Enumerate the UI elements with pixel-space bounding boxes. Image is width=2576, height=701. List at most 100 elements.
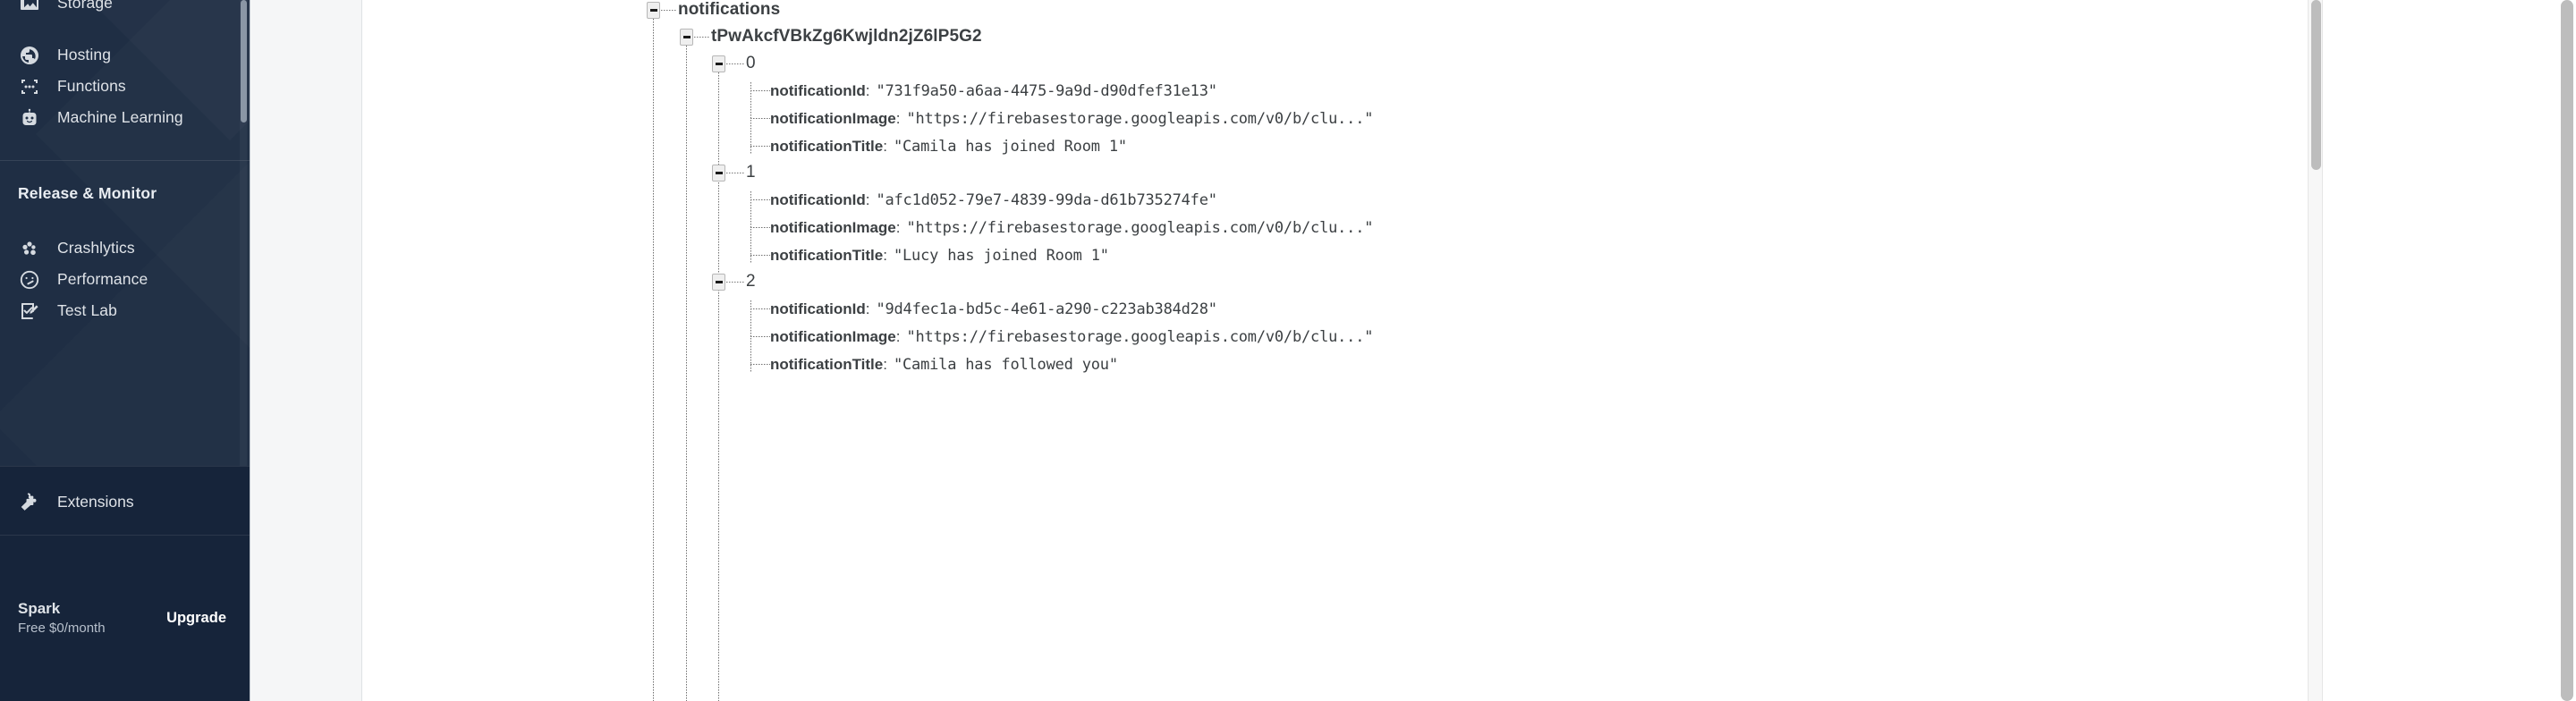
- sidebar-item-label: Test Lab: [57, 301, 117, 319]
- tree-connector: [750, 146, 770, 147]
- sidebar-group-title: Release & Monitor: [18, 184, 157, 202]
- tree-connector: [750, 90, 770, 91]
- upgrade-button[interactable]: Upgrade: [166, 610, 226, 627]
- sidebar-item-performance[interactable]: Performance: [0, 264, 250, 295]
- tree-leaf-notificationImage: notificationImage : "https://firebasesto…: [770, 106, 1373, 132]
- tree-node-user-key[interactable]: tPwAkcfVBkZg6Kwjldn2jZ6lP5G2: [680, 23, 982, 50]
- sidebar-item-machine-learning[interactable]: Machine Learning: [0, 102, 250, 133]
- plan-name: Spark: [18, 599, 61, 617]
- sidebar-item-label: Performance: [57, 270, 148, 288]
- tree-leaf-notificationTitle: notificationTitle : "Lucy has joined Roo…: [770, 242, 1109, 269]
- tree-leaf-colon: :: [883, 138, 887, 155]
- tree-leaf-notificationImage: notificationImage : "https://firebasesto…: [770, 215, 1373, 241]
- sidebar-item-label: Machine Learning: [57, 108, 183, 126]
- json-tree-pane: notifications tPwAkcfVBkZg6Kwjldn2jZ6lP5…: [362, 0, 2576, 701]
- collapse-toggle[interactable]: [647, 1, 660, 19]
- globe-hosting-icon: [18, 44, 41, 67]
- tree-leaf-key: notificationId: [770, 82, 866, 99]
- tree-leaf-value: "https://firebasestorage.googleapis.com/…: [906, 219, 1374, 237]
- tree-connector: [750, 227, 770, 228]
- main-content: notifications tPwAkcfVBkZg6Kwjldn2jZ6lP5…: [250, 0, 2576, 701]
- tree-connector: [750, 255, 770, 256]
- collapse-toggle[interactable]: [680, 28, 693, 46]
- tree-leaf-key: notificationImage: [770, 219, 896, 236]
- crashlytics-icon: [18, 237, 41, 260]
- sidebar-item-label: Functions: [57, 77, 126, 95]
- tree-connector: [694, 36, 709, 38]
- tree-leaf-colon: :: [883, 356, 887, 373]
- tree-node-label: 2: [746, 272, 756, 291]
- sidebar-item-storage[interactable]: Storage: [0, 0, 250, 19]
- tree-connector: [750, 364, 770, 365]
- tree-leaf-value: "Camila has joined Room 1": [893, 138, 1127, 156]
- image-storage-icon: [18, 0, 41, 15]
- collapse-toggle[interactable]: [712, 55, 725, 72]
- tree-node-label: notifications: [678, 0, 781, 19]
- tree-connector: [750, 336, 770, 337]
- sidebar-item-label: Storage: [57, 0, 113, 12]
- performance-gauge-icon: [18, 268, 41, 291]
- tree-leaf-colon: :: [865, 82, 870, 99]
- sidebar-item-label: Hosting: [57, 46, 112, 63]
- left-sidebar: Storage Hosting Functions Machine Learni…: [0, 0, 250, 701]
- tree-leaf-colon: :: [865, 300, 870, 317]
- tree-leaf-colon: :: [895, 219, 901, 236]
- tree-leaf-notificationId: notificationId : "731f9a50-a6aa-4475-9a9…: [770, 78, 1217, 105]
- tree-leaf-notificationId: notificationId : "afc1d052-79e7-4839-99d…: [770, 187, 1217, 214]
- functions-brackets-icon: [18, 75, 41, 98]
- tree-node-index-0[interactable]: 0: [712, 50, 756, 77]
- sidebar-item-hosting[interactable]: Hosting: [0, 39, 250, 71]
- tree-leaf-colon: :: [865, 191, 870, 208]
- sidebar-item-extensions[interactable]: Extensions: [0, 466, 250, 536]
- tree-leaf-value: "Camila has followed you": [893, 356, 1118, 374]
- content-left-gutter: [250, 0, 362, 701]
- tree-node-label: 1: [746, 163, 756, 182]
- sidebar-item-label: Crashlytics: [57, 239, 135, 257]
- tree-connector: [726, 281, 744, 283]
- tree-node-index-2[interactable]: 2: [712, 268, 756, 295]
- tree-leaf-value: "9d4fec1a-bd5c-4e61-a290-c223ab384d28": [876, 300, 1217, 318]
- tree-leaf-value: "https://firebasestorage.googleapis.com/…: [906, 328, 1374, 346]
- collapse-toggle[interactable]: [712, 273, 725, 291]
- tree-leaf-key: notificationTitle: [770, 138, 884, 155]
- tree-leaf-value: "Lucy has joined Room 1": [893, 247, 1109, 265]
- collapse-toggle[interactable]: [712, 164, 725, 182]
- tree-connector: [750, 118, 770, 119]
- tree-leaf-key: notificationTitle: [770, 356, 884, 373]
- tree-node-label: 0: [746, 54, 756, 72]
- tree-guide-line: [686, 43, 687, 701]
- test-lab-icon: [18, 300, 41, 323]
- tree-leaf-value: "https://firebasestorage.googleapis.com/…: [906, 110, 1374, 128]
- extensions-puzzle-icon: [18, 490, 41, 513]
- tree-leaf-notificationTitle: notificationTitle : "Camila has joined R…: [770, 133, 1127, 160]
- app-root: Storage Hosting Functions Machine Learni…: [0, 0, 2576, 701]
- plan-info: Spark Free $0/month: [18, 599, 106, 638]
- tree-leaf-colon: :: [895, 110, 901, 127]
- robot-ml-icon: [18, 106, 41, 130]
- tree-node-notifications[interactable]: notifications: [647, 0, 780, 23]
- tree-node-label: tPwAkcfVBkZg6Kwjldn2jZ6lP5G2: [711, 27, 982, 46]
- window-scrollbar-thumb[interactable]: [2561, 0, 2573, 701]
- tree-leaf-colon: :: [883, 247, 887, 264]
- tree-node-index-1[interactable]: 1: [712, 159, 756, 186]
- tree-leaf-notificationImage: notificationImage : "https://firebasesto…: [770, 324, 1373, 350]
- tree-connector: [726, 63, 744, 64]
- tree-leaf-notificationTitle: notificationTitle : "Camila has followed…: [770, 351, 1118, 378]
- sidebar-scrollbar-thumb[interactable]: [241, 0, 247, 122]
- tree-leaf-colon: :: [895, 328, 901, 345]
- sidebar-item-label: Extensions: [57, 492, 134, 511]
- tree-connector: [661, 9, 676, 11]
- tree-connector: [750, 308, 770, 309]
- tree-leaf-key: notificationTitle: [770, 247, 884, 264]
- sidebar-item-test-lab[interactable]: Test Lab: [0, 295, 250, 326]
- tree-leaf-notificationId: notificationId : "9d4fec1a-bd5c-4e61-a29…: [770, 296, 1217, 323]
- tree-leaf-key: notificationId: [770, 191, 866, 208]
- tree-leaf-key: notificationId: [770, 300, 866, 317]
- tree-leaf-value: "731f9a50-a6aa-4475-9a9d-d90dfef31e13": [876, 82, 1217, 100]
- inner-scrollbar-thumb[interactable]: [2311, 0, 2321, 170]
- sidebar-item-crashlytics[interactable]: Crashlytics: [0, 232, 250, 264]
- sidebar-item-functions[interactable]: Functions: [0, 71, 250, 102]
- tree-leaf-key: notificationImage: [770, 328, 896, 345]
- tree-leaf-key: notificationImage: [770, 110, 896, 127]
- sidebar-plan-footer: Spark Free $0/month Upgrade: [0, 535, 250, 701]
